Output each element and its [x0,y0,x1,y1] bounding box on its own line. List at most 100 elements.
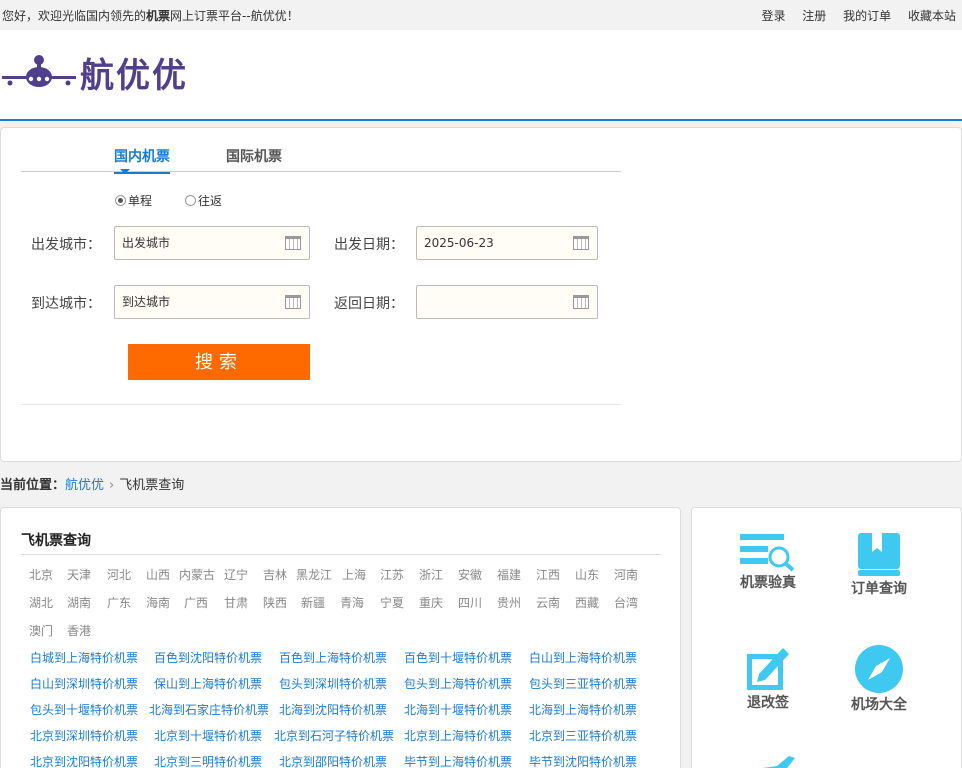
province-link[interactable]: 内蒙古 [179,566,215,583]
search-button[interactable]: 搜索 [128,344,310,380]
site-header: 航优优 [0,30,962,121]
province-link[interactable]: 宁夏 [380,594,404,611]
province-link[interactable]: 湖北 [29,594,53,611]
route-link[interactable]: 北京到沈阳特价机票 [30,753,138,768]
top-bar: 您好，欢迎光临国内领先的机票网上订票平台--航优优！ 登录 注册 我的订单 收藏… [0,0,962,30]
province-link[interactable]: 山东 [575,566,599,583]
province-link[interactable]: 黑龙江 [296,566,332,583]
province-link[interactable]: 四川 [458,594,482,611]
arrive-city-value: 到达城市 [122,295,171,309]
province-link[interactable]: 澳门 [29,622,53,639]
depart-city-label: 出发城市： [31,237,101,253]
province-link[interactable]: 西藏 [575,594,599,611]
breadcrumb-home-link[interactable]: 航优优 [65,478,104,493]
province-link[interactable]: 安徽 [458,566,482,583]
province-link[interactable]: 江苏 [380,566,404,583]
route-link[interactable]: 白山到上海特价机票 [529,649,637,666]
province-link[interactable]: 天津 [67,566,91,583]
province-link[interactable]: 贵州 [497,594,521,611]
province-link[interactable]: 重庆 [419,594,443,611]
province-link[interactable]: 云南 [536,594,560,611]
service-order-query[interactable]: 订单查询 [829,532,929,598]
route-link[interactable]: 白山到深圳特价机票 [30,675,138,692]
login-link[interactable]: 登录 [761,9,785,23]
register-link[interactable]: 注册 [802,9,826,23]
route-link[interactable]: 北海到石家庄特价机票 [149,701,269,718]
service-label: 机场大全 [851,697,907,713]
province-link[interactable]: 香港 [67,622,91,639]
tab-international[interactable]: 国际机票 [226,146,282,166]
radio-one-way[interactable]: 单程 [115,192,152,209]
depart-date-label: 出发日期： [334,237,404,253]
radio-dot [185,195,196,206]
route-link[interactable]: 北京到邵阳特价机票 [279,753,387,768]
return-date-field[interactable] [416,285,598,319]
province-link[interactable]: 山西 [146,566,170,583]
favorite-link[interactable]: 收藏本站 [908,9,956,23]
airplane-logo-icon [2,54,76,87]
chevron-right-icon: › [109,478,115,493]
route-link[interactable]: 北京到深圳特价机票 [30,727,138,744]
service-airports[interactable]: 机场大全 [829,644,929,714]
route-link[interactable]: 毕节到沈阳特价机票 [529,753,637,768]
province-link[interactable]: 河北 [107,566,131,583]
route-link[interactable]: 北京到三亚特价机票 [529,727,637,744]
province-link[interactable]: 辽宁 [224,566,248,583]
welcome-post: 网上订票平台--航优优！ [170,9,299,23]
route-link[interactable]: 百色到沈阳特价机票 [154,649,262,666]
province-link[interactable]: 河南 [614,566,638,583]
province-link[interactable]: 甘肃 [224,594,248,611]
depart-date-field[interactable]: 2025-06-23 [416,226,598,260]
route-link[interactable]: 百色到十堰特价机票 [404,649,512,666]
route-link[interactable]: 北海到上海特价机票 [529,701,637,718]
welcome-pre: 您好，欢迎光临国内领先的 [2,9,147,23]
calendar-icon [573,295,589,309]
depart-city-field[interactable]: 出发城市 [114,226,310,260]
province-link[interactable]: 广西 [184,594,208,611]
province-link[interactable]: 湖南 [67,594,91,611]
site-logo[interactable]: 航优优 [2,48,188,97]
service-ticket-verify[interactable]: 机票验真 [718,532,818,592]
welcome-bold: 机票 [146,9,171,23]
services-box: 机票验真 订单查询 退改签 机场大全 [691,507,962,768]
route-link[interactable]: 北京到十堰特价机票 [154,727,262,744]
search-tabs: 国内机票 国际机票 [21,142,621,174]
welcome-text: 您好，欢迎光临国内领先的机票网上订票平台--航优优！ [2,7,299,24]
route-link[interactable]: 北海到沈阳特价机票 [279,701,387,718]
route-link[interactable]: 包头到三亚特价机票 [529,675,637,692]
plane-partial-icon [763,756,795,768]
route-link[interactable]: 毕节到上海特价机票 [404,753,512,768]
section-title: 飞机票查询 [21,533,91,549]
province-link[interactable]: 福建 [497,566,521,583]
route-link[interactable]: 北海到十堰特价机票 [404,701,512,718]
province-link[interactable]: 青海 [340,594,364,611]
province-link[interactable]: 海南 [146,594,170,611]
province-link[interactable]: 浙江 [419,566,443,583]
province-link[interactable]: 北京 [29,566,53,583]
province-link[interactable]: 江西 [536,566,560,583]
route-link[interactable]: 包头到十堰特价机票 [30,701,138,718]
route-link[interactable]: 北京到石河子特价机票 [274,727,394,744]
radio-round-trip[interactable]: 往返 [185,192,222,209]
arrive-city-field[interactable]: 到达城市 [114,285,310,319]
route-link[interactable]: 包头到上海特价机票 [404,675,512,692]
province-link[interactable]: 广东 [107,594,131,611]
province-link[interactable]: 上海 [342,566,366,583]
province-link[interactable]: 吉林 [263,566,287,583]
logo-text: 航优优 [80,56,188,96]
route-link[interactable]: 包头到深圳特价机票 [279,675,387,692]
breadcrumb-label: 当前位置： [0,478,66,493]
province-link[interactable]: 陕西 [263,594,287,611]
service-refund-change[interactable]: 退改签 [718,644,818,712]
calendar-icon [285,295,301,309]
route-link[interactable]: 北京到上海特价机票 [404,727,512,744]
route-link[interactable]: 白城到上海特价机票 [30,649,138,666]
tab-domestic[interactable]: 国内机票 [114,146,170,174]
my-orders-link[interactable]: 我的订单 [843,9,891,23]
edit-icon [747,648,789,690]
route-link[interactable]: 保山到上海特价机票 [154,675,262,692]
province-link[interactable]: 台湾 [614,594,638,611]
province-link[interactable]: 新疆 [301,594,325,611]
route-link[interactable]: 百色到上海特价机票 [279,649,387,666]
route-link[interactable]: 北京到三明特价机票 [154,753,262,768]
